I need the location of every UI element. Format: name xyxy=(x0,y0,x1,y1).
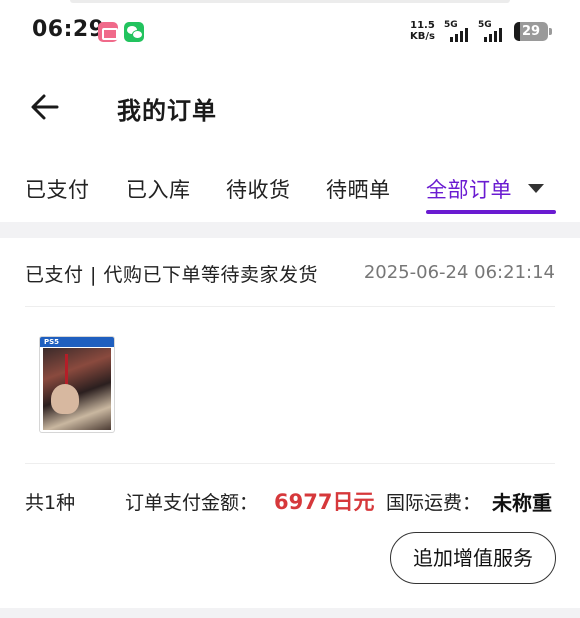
ps5-logo: PS5 xyxy=(40,337,114,347)
page-title: 我的订单 xyxy=(117,97,217,125)
network-speed: 11.5 KB/s xyxy=(410,20,435,42)
order-status: 已支付 | 代购已下单等待卖家发货 xyxy=(25,264,318,286)
item-count: 共1种 xyxy=(25,492,76,514)
divider xyxy=(25,306,555,307)
product-image[interactable]: PS5 xyxy=(40,337,114,432)
payment-amount: 6977日元 xyxy=(274,490,375,514)
order-card[interactable]: 已支付 | 代购已下单等待卖家发货 2025-06-24 06:21:14 PS… xyxy=(0,238,580,610)
active-tab-indicator xyxy=(426,210,556,214)
tab-paid[interactable]: 已支付 xyxy=(25,174,90,204)
shipping-value: 未称重 xyxy=(492,491,552,515)
network-speed-unit: KB/s xyxy=(410,31,435,42)
status-bar: 06:29 11.5 KB/s 5G 5G 29 xyxy=(0,0,580,64)
network-speed-value: 11.5 xyxy=(410,20,435,31)
order-time: 2025-06-24 06:21:14 xyxy=(363,262,555,283)
add-value-service-button[interactable]: 追加增值服务 xyxy=(390,532,556,584)
order-tabs: 已支付 已入库 待收货 待晒单 全部订单 xyxy=(0,160,580,222)
section-divider xyxy=(0,608,580,618)
back-arrow-icon[interactable] xyxy=(30,92,60,122)
chevron-down-icon[interactable] xyxy=(528,184,544,193)
top-edge-shadow xyxy=(70,0,510,3)
battery-icon: 29 xyxy=(514,22,552,41)
wechat-icon xyxy=(124,22,144,42)
status-time: 06:29 xyxy=(32,17,105,42)
tab-pending-review[interactable]: 待晒单 xyxy=(326,174,391,204)
divider xyxy=(25,463,555,464)
tab-all-orders[interactable]: 全部订单 xyxy=(426,174,512,204)
shipping-label: 国际运费： xyxy=(386,492,482,514)
signal-icon: 5G xyxy=(478,20,508,44)
section-divider xyxy=(0,222,580,238)
signal-icon: 5G xyxy=(444,20,474,44)
page-header: 我的订单 xyxy=(0,64,580,148)
bilibili-icon xyxy=(98,22,118,42)
payment-label: 订单支付金额： xyxy=(125,492,259,514)
tab-warehoused[interactable]: 已入库 xyxy=(126,174,191,204)
tab-pending-receipt[interactable]: 待收货 xyxy=(226,174,291,204)
product-cover-art xyxy=(43,348,111,430)
